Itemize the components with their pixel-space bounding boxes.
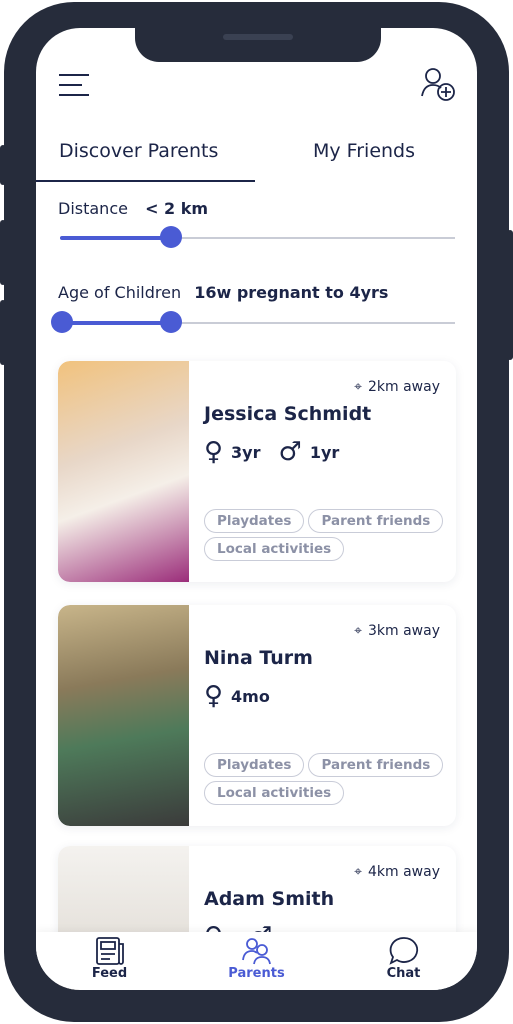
children-list: ♀ 3yr ♂ 1yr (204, 439, 339, 465)
parent-name: Nina Turm (204, 647, 313, 669)
child-age: 3yr (231, 442, 261, 462)
parent-card[interactable]: ⌖ 2km away Jessica Schmidt ♀ 3yr ♂ 1yr Playd… (58, 361, 456, 582)
distance-label: Distance (58, 199, 128, 218)
parent-photo (58, 605, 189, 826)
interest-tag: Local activities (204, 537, 345, 561)
distance-slider-thumb[interactable] (160, 226, 182, 248)
parent-photo (58, 361, 189, 582)
child-female: ♀ 3yr (204, 439, 261, 465)
volume-down-button (0, 300, 6, 365)
nav-chat-label: Chat (386, 966, 421, 981)
interest-tag: Playdates (204, 509, 305, 533)
age-label: Age of Children (58, 283, 182, 302)
child-male: ♂ 1yr (279, 439, 340, 465)
app-screen: Discover Parents My Friends Distance < 2… (36, 28, 477, 990)
tab-discover-parents[interactable]: Discover Parents (59, 140, 218, 162)
nav-parents-label: Parents (228, 966, 285, 981)
interest-tag: Parent friends (308, 753, 444, 777)
child-age: 4mo (231, 686, 270, 706)
child-age: 1yr (309, 442, 340, 462)
distance-text: 4km away (368, 864, 440, 880)
distance-text: 2km away (368, 379, 440, 395)
female-icon: ♀ (204, 681, 224, 711)
people-icon (241, 938, 271, 965)
age-slider-max-thumb[interactable] (160, 311, 182, 333)
children-list: ♀ 4mo (204, 683, 270, 709)
location-pin-icon: ⌖ (354, 623, 362, 639)
interest-tags: Playdates Parent friends Local activities (204, 753, 454, 805)
interest-tag: Parent friends (308, 509, 444, 533)
mute-switch (0, 145, 6, 185)
menu-icon[interactable] (58, 72, 90, 98)
bottom-nav: Feed Parents Chat (36, 932, 477, 990)
location-pin-icon: ⌖ (354, 864, 362, 880)
age-slider-min-thumb[interactable] (51, 311, 73, 333)
chat-bubble-icon (388, 937, 418, 965)
male-icon: ♂ (278, 437, 302, 467)
age-value: 16w pregnant to 4yrs (194, 283, 389, 302)
active-tab-indicator (36, 180, 255, 182)
nav-parents[interactable]: Parents (183, 932, 330, 990)
child-female: ♀ 4mo (204, 683, 270, 709)
tab-my-friends[interactable]: My Friends (313, 140, 415, 162)
nav-chat[interactable]: Chat (330, 932, 477, 990)
nav-feed-label: Feed (91, 966, 128, 981)
interest-tags: Playdates Parent friends Local activities (204, 509, 454, 561)
volume-up-button (0, 220, 6, 285)
newspaper-icon (95, 937, 124, 965)
interest-tag: Playdates (204, 753, 305, 777)
parent-name: Adam Smith (204, 888, 335, 910)
parent-card[interactable]: ⌖ 3km away Nina Turm ♀ 4mo Playdates Parent… (58, 605, 456, 826)
add-friend-icon[interactable] (420, 66, 458, 102)
female-icon: ♀ (204, 437, 224, 467)
interest-tag: Local activities (204, 781, 345, 805)
parent-name: Jessica Schmidt (204, 403, 372, 425)
notch (135, 28, 381, 62)
distance-text: 3km away (368, 623, 440, 639)
distance-value: < 2 km (145, 199, 209, 218)
nav-feed[interactable]: Feed (36, 932, 183, 990)
location-pin-icon: ⌖ (354, 379, 362, 395)
power-button (507, 230, 513, 360)
